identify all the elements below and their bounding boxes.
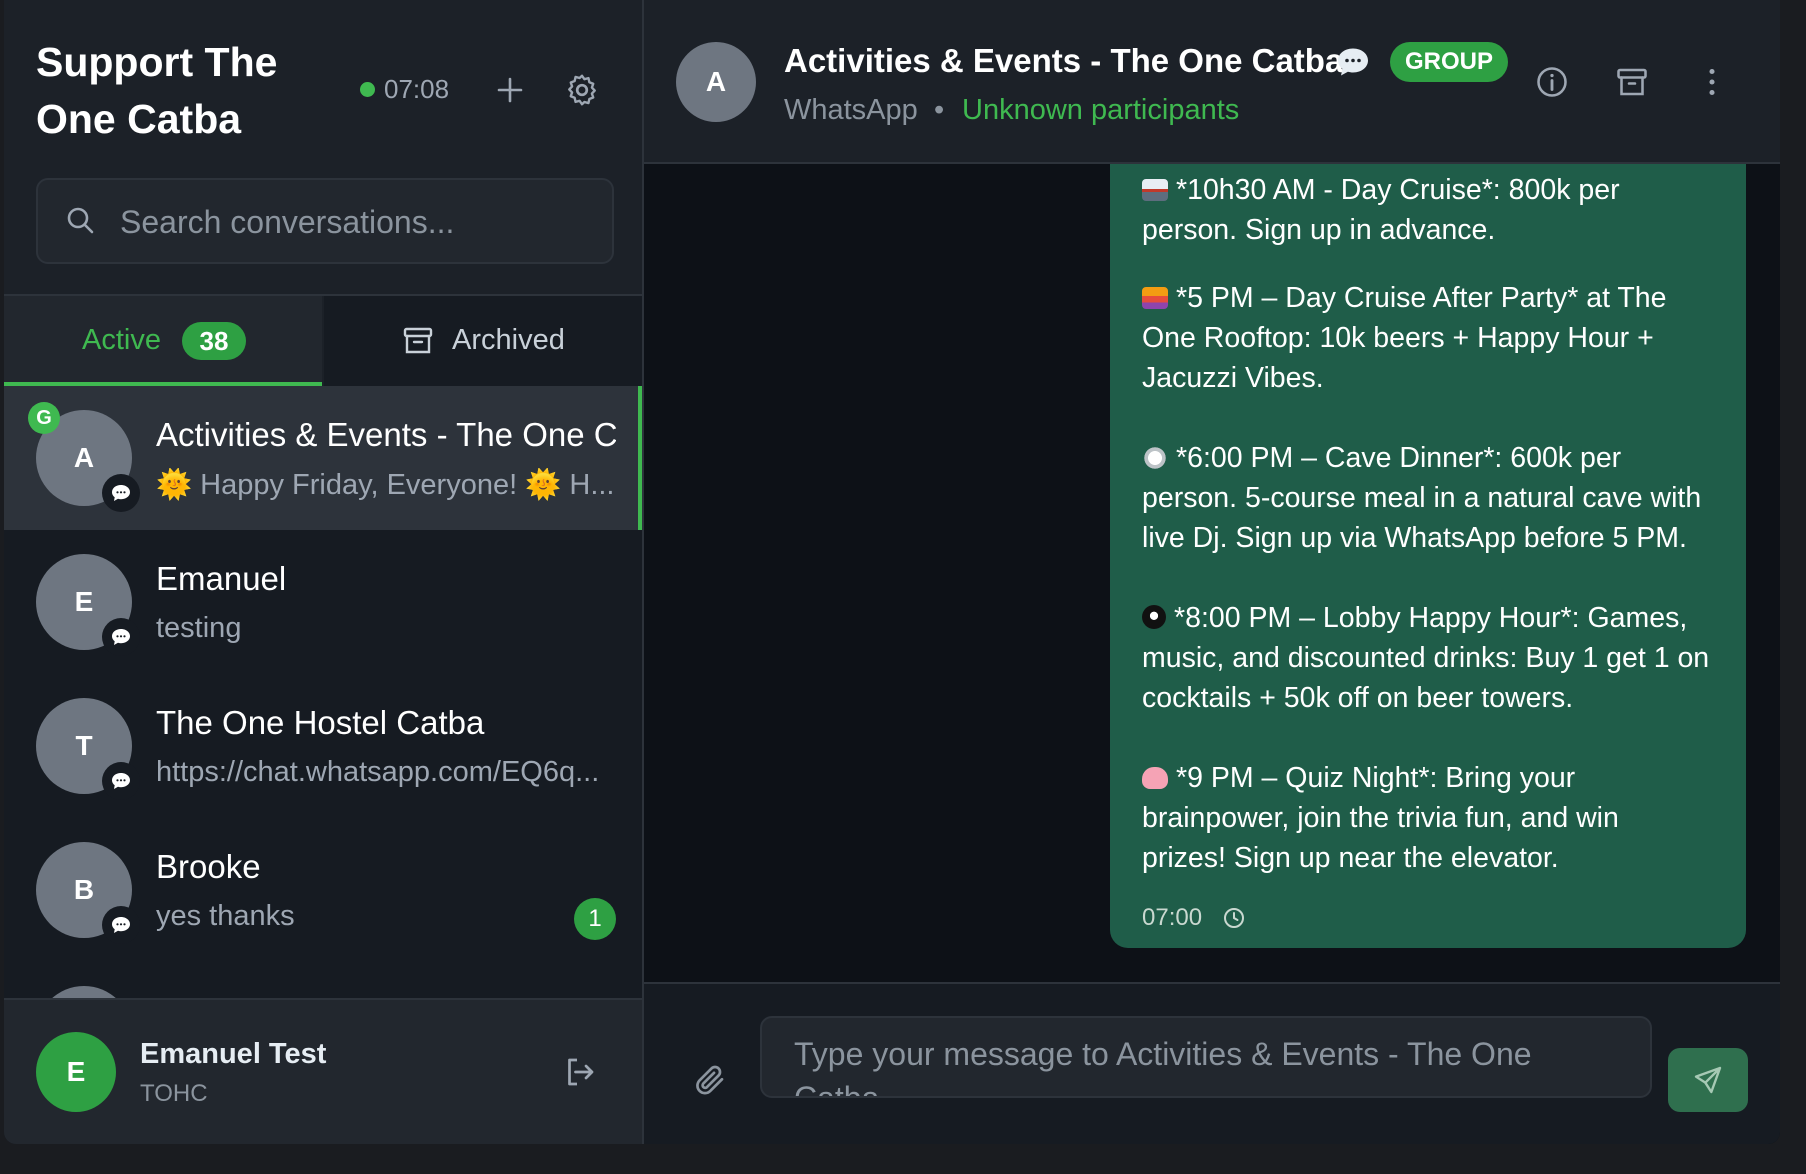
plus-icon	[497, 77, 523, 103]
message-time: 07:00	[1142, 904, 1203, 931]
search-box[interactable]	[36, 178, 614, 264]
message-line: live Dj. Sign up via WhatsApp before 5 P…	[1142, 522, 1687, 554]
search-icon	[67, 207, 94, 234]
new-conversation-button[interactable]	[492, 72, 528, 108]
message-composer: Type your message to Activities & Events…	[644, 982, 1780, 1144]
logout-button[interactable]	[562, 1054, 598, 1090]
gear-icon	[568, 74, 596, 106]
conversation-preview: yes thanks	[156, 900, 295, 932]
chat-bubble-icon	[102, 474, 140, 512]
search-input[interactable]	[118, 180, 592, 264]
message-line: person. 5-course meal in a natural cave …	[1142, 482, 1702, 514]
tab-active-label: Active	[82, 324, 161, 356]
tab-archived-label: Archived	[452, 324, 565, 356]
more-vertical-icon	[1709, 68, 1715, 96]
conversation-item[interactable]: B Brooke yes thanks 1	[4, 818, 642, 962]
chat-header: A Activities & Events - The One Catba GR…	[644, 0, 1780, 164]
conversation-item[interactable]: A G Activities & Events - The One C 🌞 Ha…	[4, 386, 642, 530]
message-line: cocktails + 50k off on beer towers.	[1142, 682, 1574, 714]
message-line: *6:00 PM – Cave Dinner*: 600k per	[1142, 438, 1742, 478]
conversation-item[interactable]: T The One Hostel Catba https://chat.what…	[4, 674, 642, 818]
archive-icon	[403, 327, 433, 354]
brain-icon	[1142, 767, 1168, 789]
clock-icon	[1224, 908, 1244, 928]
conversation-name: Brooke	[156, 848, 261, 885]
avatar: A	[676, 42, 756, 122]
message-line: Jacuzzi Vibes.	[1142, 362, 1324, 394]
chat-channel: WhatsApp	[784, 94, 918, 126]
message-line: *9 PM – Quiz Night*: Bring your	[1142, 758, 1742, 798]
message-line: *10h30 AM - Day Cruise*: 800k per	[1142, 170, 1742, 210]
chat-participants[interactable]: Unknown participants	[962, 94, 1239, 127]
conversation-tabs: Active 38 Archived	[4, 294, 642, 388]
message-line: One Rooftop: 10k beers + Happy Hour +	[1142, 322, 1654, 354]
status-online-dot	[360, 82, 375, 97]
conversation-name: Emanuel	[156, 560, 287, 597]
conversation-preview: 🌞 Happy Friday, Everyone! 🌞 H...	[156, 469, 615, 501]
info-button[interactable]	[1534, 64, 1570, 100]
archive-button[interactable]	[1614, 64, 1650, 100]
active-count-badge: 38	[182, 322, 246, 360]
settings-button[interactable]	[564, 72, 600, 108]
tab-active[interactable]: Active 38	[4, 296, 322, 386]
conversation-preview: testing	[156, 612, 242, 644]
app-window: Support The One Catba 07:08 Active 38 Ar…	[4, 0, 1780, 1144]
avatar	[36, 986, 132, 998]
message-input[interactable]: Type your message to Activities & Events…	[760, 1016, 1652, 1098]
chat-bubble-icon	[102, 762, 140, 800]
info-icon	[1537, 67, 1567, 97]
message-line: person. Sign up in advance.	[1142, 214, 1496, 246]
unread-badge: 1	[574, 898, 616, 940]
conversation-name: Activities & Events - The One C	[156, 416, 616, 453]
group-badge: GROUP	[1390, 42, 1508, 82]
sidebar: Support The One Catba 07:08 Active 38 Ar…	[4, 0, 644, 1144]
user-name: Emanuel Test	[140, 1038, 327, 1070]
conversation-name: The One Hostel Catba	[156, 704, 485, 741]
plate-cutlery-icon	[1142, 447, 1168, 469]
chat-panel: A Activities & Events - The One Catba GR…	[644, 0, 1780, 1144]
send-button[interactable]	[1668, 1048, 1748, 1112]
status-time: 07:08	[384, 74, 450, 104]
attach-button[interactable]	[692, 1062, 728, 1098]
message-line: brainpower, join the trivia fun, and win	[1142, 802, 1619, 834]
message-line: music, and discounted drinks: Buy 1 get …	[1142, 642, 1710, 674]
user-org: TOHC	[140, 1080, 208, 1107]
logout-icon	[568, 1058, 594, 1086]
user-footer: E Emanuel Test TOHC	[4, 998, 642, 1144]
conversation-list: A G Activities & Events - The One C 🌞 Ha…	[4, 386, 642, 998]
message-line: *8:00 PM – Lobby Happy Hour*: Games,	[1142, 598, 1742, 638]
sidebar-header: Support The One Catba 07:08	[4, 0, 642, 292]
chat-bubble-icon	[1338, 48, 1368, 76]
group-badge: G	[28, 402, 60, 434]
send-icon	[1694, 1066, 1722, 1094]
avatar: E	[36, 1032, 116, 1112]
conversation-preview: https://chat.whatsapp.com/EQ6q...	[156, 756, 600, 788]
chat-bubble-icon	[102, 618, 140, 656]
app-title: Support The One Catba	[36, 39, 278, 142]
ship-icon	[1142, 179, 1168, 201]
paperclip-icon	[696, 1065, 724, 1095]
more-options-button[interactable]	[1694, 64, 1730, 100]
separator: •	[934, 94, 945, 126]
conversation-item[interactable]	[4, 962, 642, 998]
chat-title: Activities & Events - The One Catba	[784, 42, 1344, 79]
chat-bubble-icon	[102, 906, 140, 944]
conversation-item[interactable]: E Emanuel testing	[4, 530, 642, 674]
sunset-icon	[1142, 287, 1168, 309]
archive-icon	[1617, 68, 1647, 96]
message-thread: *10h30 AM - Day Cruise*: 800k per person…	[644, 164, 1780, 982]
message-line: prizes! Sign up near the elevator.	[1142, 842, 1559, 874]
tab-archived[interactable]: Archived	[324, 296, 642, 386]
message-line: *5 PM – Day Cruise After Party* at The	[1142, 278, 1742, 318]
message-bubble: *10h30 AM - Day Cruise*: 800k per person…	[1110, 164, 1746, 948]
eight-ball-icon	[1142, 605, 1166, 629]
